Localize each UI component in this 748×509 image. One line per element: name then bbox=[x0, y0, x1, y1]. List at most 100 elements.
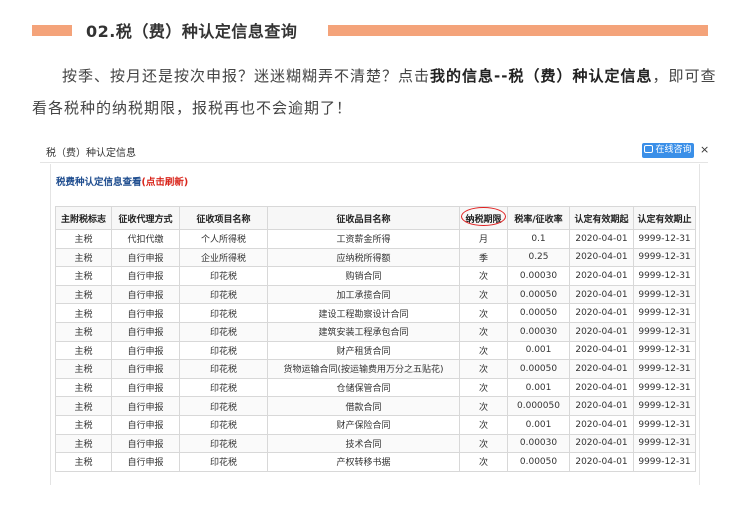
close-icon[interactable]: × bbox=[700, 143, 708, 156]
table-cell: 次 bbox=[459, 359, 508, 379]
table-row: 主税 自行申报 印花税 财产保险合同次 0.001 2020-04-01 9999-12-3… bbox=[55, 414, 696, 435]
section-header: 02.税（费）种认定信息查询 bbox=[0, 0, 748, 56]
table-cell: 加工承揽合同 bbox=[267, 284, 460, 305]
table-cell: 0.00050 bbox=[507, 284, 570, 305]
highlight-circle bbox=[461, 207, 506, 226]
table-cell: 2020-04-01 bbox=[569, 284, 634, 305]
table-cell: 次 bbox=[459, 266, 508, 286]
table-row: 主税 自行申报 印花税 借款合同次 0.000050 2020-04-01 9999-12-… bbox=[55, 396, 696, 416]
table-cell: 财产租赁合同 bbox=[267, 340, 460, 361]
table-cell: 2020-04-01 bbox=[569, 359, 634, 379]
table-cell: 2020-04-01 bbox=[569, 321, 634, 342]
table-cell: 0.00050 bbox=[507, 359, 570, 379]
table-cell: 印花税 bbox=[179, 359, 268, 379]
table-cell: 借款合同 bbox=[267, 396, 460, 416]
table-cell: 0.00050 bbox=[507, 452, 570, 472]
table-cell: 次 bbox=[459, 433, 508, 454]
table-row: 主税 自行申报 印花税 购销合同次 0.00030 2020-04-01 9999-12-3… bbox=[55, 266, 696, 286]
table-cell: 货物运输合同(按运输费用万分之五贴花) bbox=[267, 359, 460, 379]
panel-heading-text: 税费种认定信息查看 bbox=[56, 177, 142, 188]
table-cell: 9999-12-31 bbox=[633, 452, 696, 472]
table-cell: 主税 bbox=[55, 266, 112, 286]
table-cell: 2020-04-01 bbox=[569, 452, 634, 472]
tax-info-panel: 税费种认定信息查看(点击刷新) 主附税标志 征收代理方式 征收项目名称 征收品目名称纳… bbox=[50, 164, 700, 485]
table-cell: 次 bbox=[459, 452, 508, 472]
table-cell: 9999-12-31 bbox=[633, 266, 696, 286]
table-cell: 工资薪金所得 bbox=[267, 229, 460, 249]
table-cell: 9999-12-31 bbox=[633, 414, 696, 435]
table-cell: 次 bbox=[459, 303, 508, 323]
table-cell: 自行申报 bbox=[111, 340, 180, 361]
table-cell: 自行申报 bbox=[111, 377, 180, 398]
column-header: 主附税标志 bbox=[55, 206, 112, 230]
online-consult-button[interactable]: 在线咨询 bbox=[642, 143, 694, 158]
table-cell: 0.00030 bbox=[507, 266, 570, 286]
table-row: 主税 自行申报 印花税 财产租赁合同次 0.001 2020-04-01 9999-12-3… bbox=[55, 340, 696, 361]
table-cell: 印花税 bbox=[179, 266, 268, 286]
window-titlebar: 税（费）种认定信息 在线咨询 × bbox=[40, 140, 708, 163]
column-header: 纳税期限 bbox=[459, 206, 508, 230]
table-cell: 2020-04-01 bbox=[569, 303, 634, 323]
table-cell: 主税 bbox=[55, 377, 112, 398]
table-cell: 2020-04-01 bbox=[569, 414, 634, 435]
table-cell: 0.00050 bbox=[507, 303, 570, 323]
table-cell: 印花税 bbox=[179, 340, 268, 361]
table-cell: 9999-12-31 bbox=[633, 396, 696, 416]
column-header: 认定有效期起 bbox=[569, 206, 634, 230]
table-cell: 0.001 bbox=[507, 377, 570, 398]
column-header: 征收代理方式 bbox=[111, 206, 180, 230]
table-cell: 0.25 bbox=[507, 247, 570, 268]
table-cell: 印花税 bbox=[179, 452, 268, 472]
table-cell: 主税 bbox=[55, 321, 112, 342]
table-cell: 购销合同 bbox=[267, 266, 460, 286]
table-cell: 次 bbox=[459, 284, 508, 305]
table-cell: 0.1 bbox=[507, 229, 570, 249]
table-cell: 印花税 bbox=[179, 321, 268, 342]
screenshot-window: 税（费）种认定信息 在线咨询 × 税费种认定信息查看(点击刷新) 主附税标志 征收… bbox=[40, 140, 708, 485]
table-cell: 0.001 bbox=[507, 414, 570, 435]
panel-heading: 税费种认定信息查看(点击刷新) bbox=[56, 174, 188, 188]
table-cell: 0.000050 bbox=[507, 396, 570, 416]
table-cell: 9999-12-31 bbox=[633, 284, 696, 305]
table-cell: 9999-12-31 bbox=[633, 321, 696, 342]
table-cell: 9999-12-31 bbox=[633, 247, 696, 268]
table-row: 主税 自行申报 印花税 货物运输合同(按运输费用万分之五贴花) 次 0.00050 2020… bbox=[55, 359, 696, 379]
table-cell: 技术合同 bbox=[267, 433, 460, 454]
table-row: 主税 代扣代缴 个人所得税 工资薪金所得月 0.1 2020-04-01 9999-12-3… bbox=[55, 229, 696, 249]
table-cell: 0.001 bbox=[507, 340, 570, 361]
table-cell: 2020-04-01 bbox=[569, 266, 634, 286]
refresh-link[interactable]: (点击刷新) bbox=[142, 177, 189, 188]
table-cell: 自行申报 bbox=[111, 433, 180, 454]
table-cell: 产权转移书据 bbox=[267, 452, 460, 472]
table-cell: 自行申报 bbox=[111, 452, 180, 472]
table-cell: 财产保险合同 bbox=[267, 414, 460, 435]
table-cell: 2020-04-01 bbox=[569, 396, 634, 416]
table-cell: 自行申报 bbox=[111, 359, 180, 379]
tax-category-table: 主附税标志 征收代理方式 征收项目名称 征收品目名称 纳税期限 税率/征收率 认定有效期起认… bbox=[55, 206, 696, 472]
table-cell: 2020-04-01 bbox=[569, 433, 634, 454]
table-cell: 次 bbox=[459, 396, 508, 416]
table-cell: 印花税 bbox=[179, 414, 268, 435]
table-cell: 印花税 bbox=[179, 377, 268, 398]
column-header: 认定有效期止 bbox=[633, 206, 696, 230]
decorative-bar-left bbox=[32, 25, 72, 36]
table-row: 主税 自行申报 印花税 仓储保管合同次 0.001 2020-04-01 9999-12-3… bbox=[55, 377, 696, 398]
table-cell: 印花税 bbox=[179, 303, 268, 323]
table-cell: 企业所得税 bbox=[179, 247, 268, 268]
table-cell: 主税 bbox=[55, 284, 112, 305]
table-cell: 2020-04-01 bbox=[569, 229, 634, 249]
table-cell: 2020-04-01 bbox=[569, 247, 634, 268]
table-cell: 9999-12-31 bbox=[633, 377, 696, 398]
table-cell: 主税 bbox=[55, 359, 112, 379]
table-row: 主税 自行申报 印花税 加工承揽合同次 0.00050 2020-04-01 9999-12… bbox=[55, 284, 696, 305]
table-body: 主税 代扣代缴 个人所得税 工资薪金所得月 0.1 2020-04-01 9999-12-3… bbox=[55, 229, 696, 472]
table-cell: 自行申报 bbox=[111, 396, 180, 416]
table-cell: 仓储保管合同 bbox=[267, 377, 460, 398]
column-header: 税率/征收率 bbox=[507, 206, 570, 230]
table-cell: 0.00030 bbox=[507, 321, 570, 342]
intro-paragraph: 按季、按月还是按次申报？迷迷糊糊弄不清楚？点击我的信息--税（费）种认定信息，即… bbox=[32, 60, 722, 124]
table-cell: 应纳税所得额 bbox=[267, 247, 460, 268]
online-consult-label: 在线咨询 bbox=[655, 145, 692, 155]
table-cell: 2020-04-01 bbox=[569, 377, 634, 398]
table-cell: 自行申报 bbox=[111, 414, 180, 435]
